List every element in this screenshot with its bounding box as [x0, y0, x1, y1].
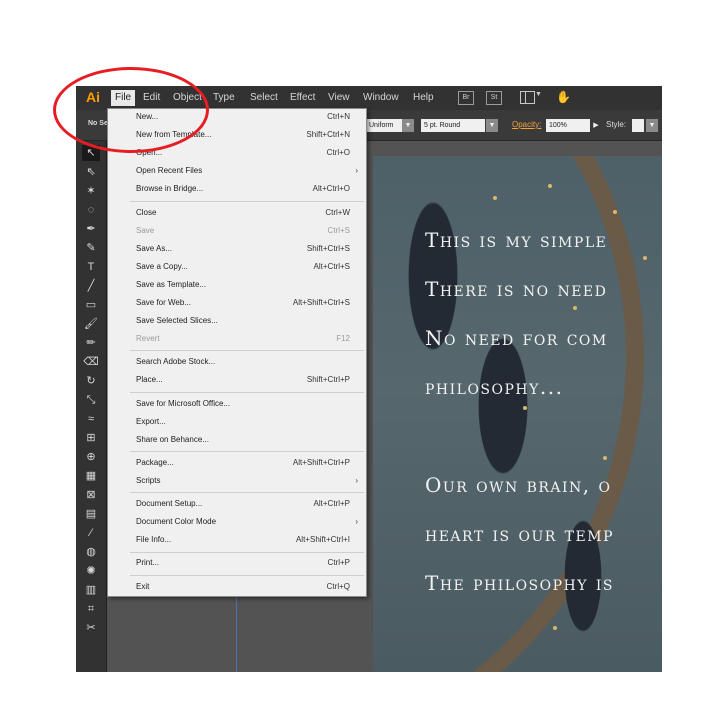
menu-item-close[interactable]: Close Ctrl+W	[108, 205, 366, 221]
menu-item-export[interactable]: Export...	[108, 414, 366, 430]
poem-line: Our own brain, o	[425, 473, 612, 497]
style-swatch[interactable]	[632, 119, 644, 132]
blend-tool-icon[interactable]: ◍	[82, 544, 100, 560]
column-graph-tool-icon[interactable]: ▥	[82, 582, 100, 598]
gpu-performance-icon[interactable]: ✋	[556, 90, 571, 104]
menu-item-search-adobe-stock[interactable]: Search Adobe Stock...	[108, 354, 366, 370]
menu-item-file-info[interactable]: File Info... Alt+Shift+Ctrl+I	[108, 532, 366, 548]
menu-separator	[130, 552, 364, 553]
brush-dropdown[interactable]: ▼	[486, 119, 498, 132]
style-label: Style:	[606, 120, 627, 129]
stock-button[interactable]: St	[486, 91, 502, 105]
poem-line: No need for com	[425, 326, 608, 350]
eraser-tool-icon[interactable]: ⌫	[82, 354, 100, 370]
paintbrush-tool-icon[interactable]: 🖌	[82, 316, 100, 332]
menu-item-document-color-mode[interactable]: Document Color Mode ›	[108, 514, 366, 530]
poem-line	[425, 412, 614, 461]
eyedropper-tool-icon[interactable]: ⁄	[82, 525, 100, 541]
magic-wand-tool-icon[interactable]: ✶	[82, 183, 100, 199]
stroke-profile-dropdown[interactable]: ▼	[402, 119, 414, 132]
width-tool-icon[interactable]: ≈	[82, 411, 100, 427]
menu-item-save-as[interactable]: Save As... Shift+Ctrl+S	[108, 241, 366, 257]
menu-item-save-for-microsoft-office[interactable]: Save for Microsoft Office...	[108, 396, 366, 412]
menu-separator	[130, 201, 364, 202]
menu-item-save[interactable]: Save Ctrl+S	[108, 223, 366, 239]
brush-field[interactable]: 5 pt. Round	[421, 119, 485, 132]
poem-line: The philosophy is	[425, 571, 614, 595]
menu-item-document-setup[interactable]: Document Setup... Alt+Ctrl+P	[108, 496, 366, 512]
menu-type[interactable]: Type	[209, 90, 239, 106]
free-transform-tool-icon[interactable]: ⊞	[82, 430, 100, 446]
menu-item-save-selected-slices[interactable]: Save Selected Slices...	[108, 313, 366, 329]
chevron-down-icon[interactable]: ▼	[535, 91, 542, 98]
poem-line: There is no need	[425, 277, 608, 301]
curvature-tool-icon[interactable]: ✎	[82, 240, 100, 256]
opacity-field[interactable]: 100%	[546, 119, 590, 132]
menu-effect[interactable]: Effect	[286, 90, 319, 106]
menu-item-package[interactable]: Package... Alt+Shift+Ctrl+P	[108, 455, 366, 471]
poem-line: heart is our temp	[425, 522, 614, 546]
menu-item-open-recent[interactable]: Open Recent Files ›	[108, 163, 366, 179]
perspective-grid-tool-icon[interactable]: ▦	[82, 468, 100, 484]
red-annotation-circle	[53, 67, 209, 153]
star-decoration	[548, 184, 552, 188]
line-tool-icon[interactable]: ╱	[82, 278, 100, 294]
menu-item-exit[interactable]: Exit Ctrl+Q	[108, 579, 366, 595]
slice-tool-icon[interactable]: ✂	[82, 620, 100, 636]
tools-panel: ↖ ⇖ ✶ ◌ ✒ ✎ T ╱ ▭ 🖌 ✏ ⌫ ↻ ⤡ ≈ ⊞ ⊕ ▦ ⊠ ▤ …	[76, 141, 107, 672]
star-decoration	[553, 626, 557, 630]
poem-line: philosophy...	[425, 375, 564, 399]
direct-selection-tool-icon[interactable]: ⇖	[82, 164, 100, 180]
rotate-tool-icon[interactable]: ↻	[82, 373, 100, 389]
lasso-tool-icon[interactable]: ◌	[82, 202, 100, 218]
menu-item-scripts[interactable]: Scripts ›	[108, 473, 366, 489]
pencil-tool-icon[interactable]: ✏	[82, 335, 100, 351]
star-decoration	[493, 196, 497, 200]
menu-window[interactable]: Window	[359, 90, 403, 106]
menu-separator	[130, 575, 364, 576]
menu-item-revert[interactable]: Revert F12	[108, 331, 366, 347]
poem-line: This is my simple	[425, 228, 608, 252]
submenu-arrow-icon: ›	[355, 166, 358, 175]
menu-separator	[130, 350, 364, 351]
mesh-tool-icon[interactable]: ⊠	[82, 487, 100, 503]
type-tool-icon[interactable]: T	[82, 259, 100, 275]
menu-separator	[130, 392, 364, 393]
artboard-tool-icon[interactable]: ⌗	[82, 601, 100, 617]
menu-item-place[interactable]: Place... Shift+Ctrl+P	[108, 372, 366, 388]
menu-view[interactable]: View	[324, 90, 354, 106]
pen-tool-icon[interactable]: ✒	[82, 221, 100, 237]
style-dropdown[interactable]: ▼	[646, 119, 658, 132]
bridge-button[interactable]: Br	[458, 91, 474, 105]
poem-text: This is my simple There is no need No ne…	[425, 216, 614, 608]
arrange-documents-icon[interactable]	[520, 91, 535, 104]
menu-separator	[130, 451, 364, 452]
scale-tool-icon[interactable]: ⤡	[82, 392, 100, 408]
submenu-arrow-icon: ›	[355, 517, 358, 526]
menu-help[interactable]: Help	[409, 90, 438, 106]
shape-builder-tool-icon[interactable]: ⊕	[82, 449, 100, 465]
menu-item-print[interactable]: Print... Ctrl+P	[108, 555, 366, 571]
symbol-sprayer-tool-icon[interactable]: ✺	[82, 563, 100, 579]
menu-item-save-for-web[interactable]: Save for Web... Alt+Shift+Ctrl+S	[108, 295, 366, 311]
file-menu-dropdown: New... Ctrl+N New from Template... Shift+C…	[107, 108, 367, 597]
artboard[interactable]: This is my simple There is no need No ne…	[373, 156, 662, 672]
menu-separator	[130, 492, 364, 493]
stroke-profile-field[interactable]: Uniform	[366, 119, 402, 132]
star-decoration	[643, 256, 647, 260]
submenu-arrow-icon: ›	[355, 476, 358, 485]
menu-item-save-a-copy[interactable]: Save a Copy... Alt+Ctrl+S	[108, 259, 366, 275]
star-decoration	[613, 210, 617, 214]
gradient-tool-icon[interactable]: ▤	[82, 506, 100, 522]
menu-item-browse-in-bridge[interactable]: Browse in Bridge... Alt+Ctrl+O	[108, 181, 366, 197]
menu-item-save-as-template[interactable]: Save as Template...	[108, 277, 366, 293]
rectangle-tool-icon[interactable]: ▭	[82, 297, 100, 313]
opacity-label[interactable]: Opacity:	[512, 120, 541, 129]
opacity-arrow-icon[interactable]: ▶	[590, 119, 602, 132]
menu-select[interactable]: Select	[246, 90, 282, 106]
menu-item-share-on-behance[interactable]: Share on Behance...	[108, 432, 366, 448]
